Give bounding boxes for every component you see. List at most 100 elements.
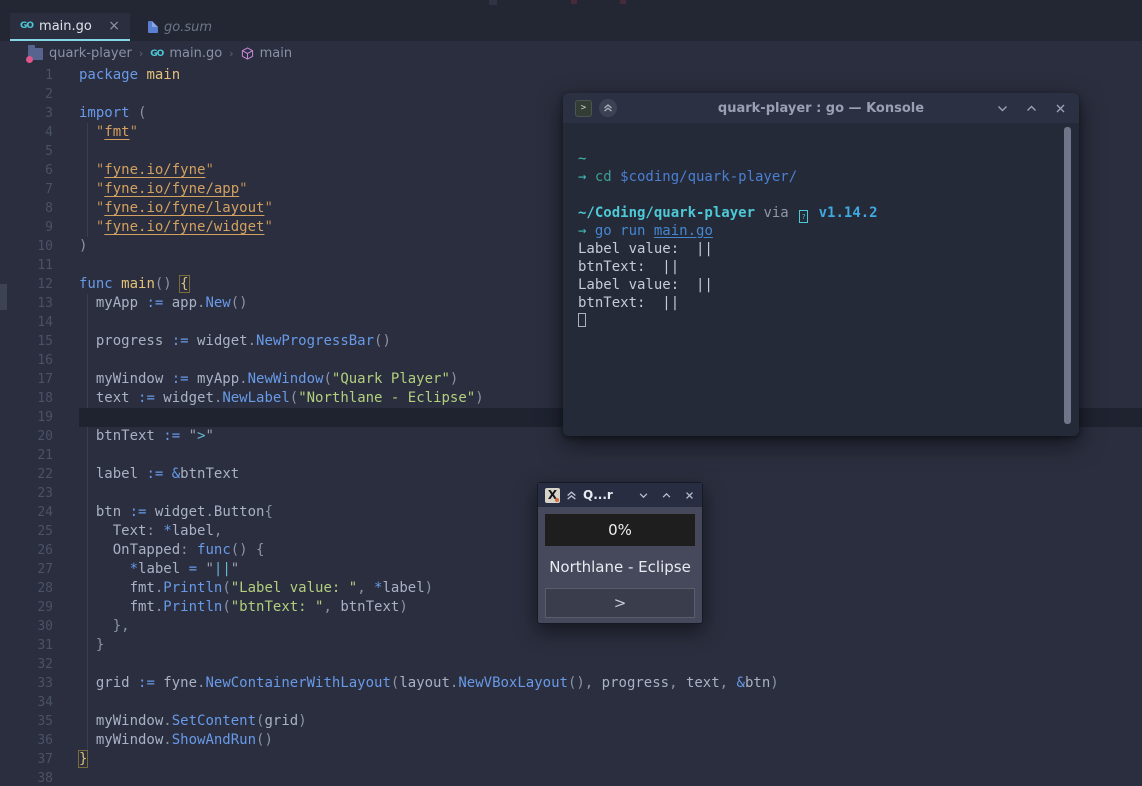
line-number: 11	[37, 258, 53, 273]
code-token: myWindow	[79, 732, 164, 748]
code-token: btn	[79, 504, 130, 520]
line-number: 13	[37, 296, 53, 311]
code-token: .	[239, 371, 248, 387]
code-token: "	[264, 219, 273, 235]
code-token: ShowAndRun	[171, 732, 257, 748]
tab-bar: GO main.go × go.sum	[0, 0, 1142, 41]
player-titlebar[interactable]: X Q...r	[538, 483, 702, 507]
progress-value: 0%	[608, 521, 632, 539]
code-token: NewLabel	[222, 390, 290, 406]
code-token: v1.14.2	[810, 205, 878, 221]
terminal-line: Label value: ||	[578, 276, 1079, 294]
tab-go-sum[interactable]: go.sum	[138, 13, 224, 41]
code-token: "	[188, 428, 198, 444]
line-number: 33	[37, 676, 53, 691]
line-number: 9	[45, 220, 53, 235]
code-token: )	[79, 238, 88, 254]
code-token: ()	[154, 276, 172, 292]
code-token: (	[222, 580, 231, 596]
code-text: grid := fyne.NewContainerWithLayout(layo…	[79, 674, 1142, 693]
code-token: },	[112, 618, 130, 634]
line-number: 1	[45, 68, 53, 83]
breadcrumb-folder[interactable]: quark-player	[26, 44, 132, 63]
window-title: Q...r	[583, 488, 613, 502]
cube-icon	[241, 47, 253, 60]
code-token: (),	[567, 675, 602, 691]
code-text: myWindow.SetContent(grid)	[79, 712, 1142, 731]
code-token: fyne.io/fyne	[104, 162, 206, 178]
keep-above-button[interactable]	[599, 99, 617, 117]
code-token: "	[264, 200, 273, 216]
code-token: fmt	[104, 124, 130, 140]
code-token: fyne.io/fyne/widget	[104, 219, 265, 235]
tab-main-go[interactable]: GO main.go ×	[10, 13, 130, 41]
close-icon[interactable]	[684, 490, 695, 501]
code-token: btnText	[340, 599, 400, 615]
code-token: "btnText: "	[230, 599, 324, 615]
line-number: 17	[37, 372, 53, 387]
code-token: &	[171, 466, 181, 482]
code-token: =	[188, 561, 198, 577]
code-token: widget	[146, 504, 206, 520]
code-token: (	[289, 390, 299, 406]
line-number: 35	[37, 714, 53, 729]
line-number: 24	[37, 505, 53, 520]
code-token: :=	[163, 428, 181, 444]
terminal-line: btnText: ||	[578, 294, 1079, 312]
line-number: 27	[37, 562, 53, 577]
code-text: myWindow.ShowAndRun()	[79, 731, 1142, 750]
code-token: myApp	[188, 371, 240, 387]
close-tab-icon[interactable]: ×	[108, 18, 120, 34]
maximize-icon[interactable]	[661, 490, 672, 501]
line-number: 3	[45, 106, 53, 121]
code-token: layout	[399, 675, 450, 691]
scrollbar-thumb[interactable]	[1064, 127, 1071, 424]
line-number: 14	[37, 315, 53, 330]
play-button[interactable]: >	[545, 588, 695, 618]
code-token: )	[399, 599, 408, 615]
code-token: Println	[163, 599, 223, 615]
code-token: (	[138, 105, 147, 121]
code-token: fyne	[154, 675, 198, 691]
code-line: 21	[0, 446, 1142, 465]
breadcrumb-separator: ›	[229, 47, 234, 60]
code-token: NewVBoxLayout	[458, 675, 568, 691]
double-chevron-up-icon[interactable]	[566, 490, 577, 501]
code-token: :=	[138, 675, 155, 691]
terminal-output[interactable]: ~ → cd $coding/quark-player/~/Coding/quar…	[563, 123, 1079, 330]
double-chevron-up-icon	[604, 104, 612, 112]
code-token: }	[95, 637, 105, 653]
track-label: Northlane - Eclipse	[549, 558, 691, 576]
line-number: 12	[37, 277, 53, 292]
code-token: .	[163, 713, 172, 729]
line-number: 32	[37, 657, 53, 672]
code-token: )	[424, 580, 434, 596]
code-line: 32	[0, 655, 1142, 674]
code-token: myApp	[79, 295, 147, 311]
breadcrumb-file[interactable]: GO main.go	[150, 46, 222, 61]
code-token: ,	[719, 675, 737, 691]
close-icon[interactable]	[1054, 102, 1067, 115]
terminal-line: → cd $coding/quark-player/	[578, 168, 1079, 186]
line-number: 18	[37, 391, 53, 406]
code-token: ||	[213, 561, 231, 577]
breadcrumb-symbol[interactable]: main	[241, 46, 292, 61]
maximize-icon[interactable]	[1025, 102, 1038, 115]
code-token: fmt	[79, 580, 155, 596]
code-token: btnText	[79, 428, 164, 444]
minimize-icon[interactable]	[996, 102, 1009, 115]
terminal-line: Label value: ||	[578, 240, 1079, 258]
player-progress-bar: 0%	[545, 514, 695, 546]
code-token: ()	[374, 333, 391, 349]
konsole-titlebar[interactable]: > quark-player : go — Konsole	[563, 93, 1079, 123]
minimize-icon[interactable]	[638, 490, 649, 501]
